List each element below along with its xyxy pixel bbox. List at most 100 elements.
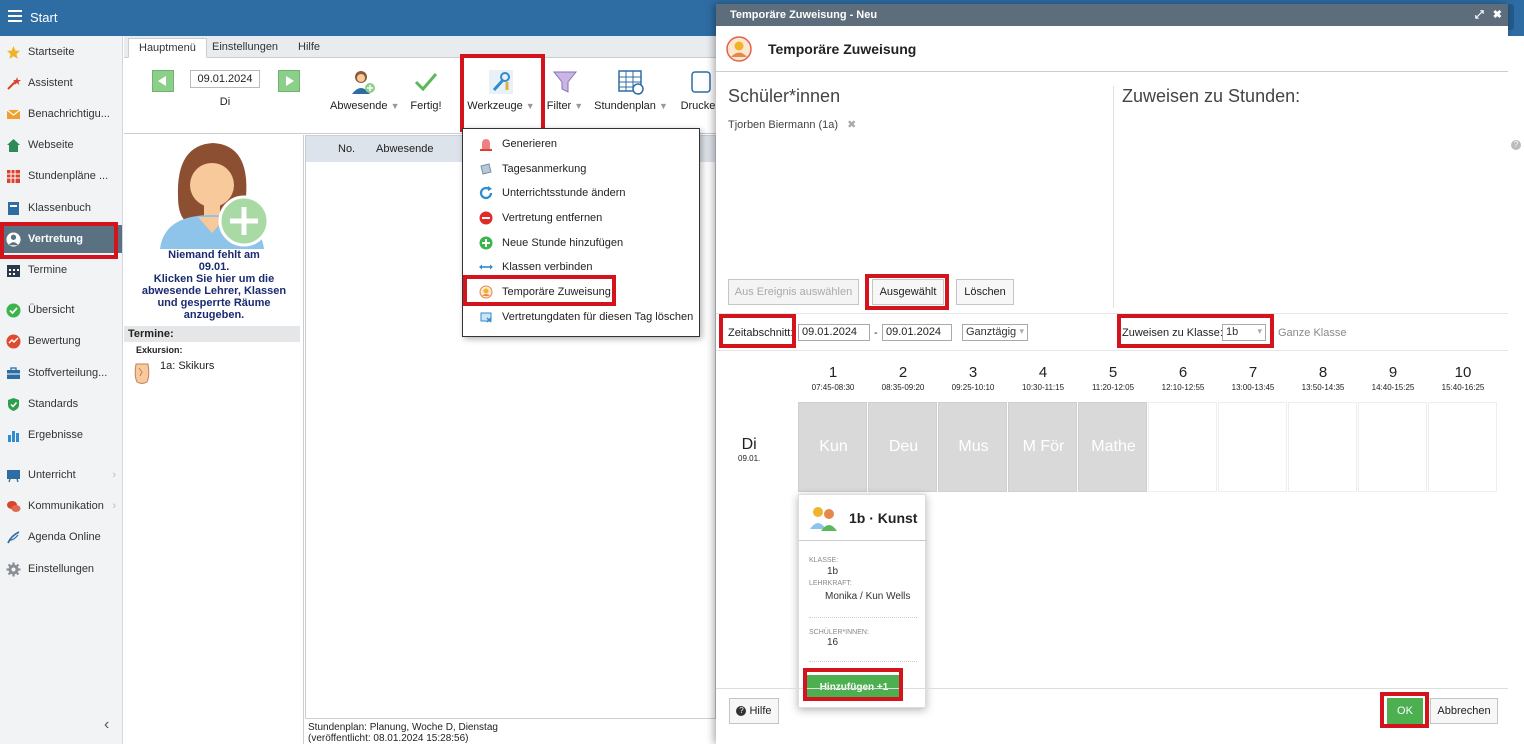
lesson-cell[interactable]: Mus bbox=[938, 402, 1007, 492]
menu-item-vertretungdaten-loeschen[interactable]: Vertretungdaten für diesen Tag löschen bbox=[463, 306, 699, 328]
period-header: 6 12:10-12:55 bbox=[1148, 364, 1218, 392]
lesson-subject: Deu bbox=[888, 438, 919, 455]
menu-item-label: Generieren bbox=[502, 138, 558, 150]
sidebar-item-uebersicht[interactable]: Übersicht bbox=[0, 296, 122, 324]
period-header: 8 13:50-14:35 bbox=[1288, 364, 1358, 392]
remove-student-icon[interactable]: ✖ bbox=[847, 119, 856, 131]
separator bbox=[716, 313, 1508, 314]
empty-lesson-cell[interactable] bbox=[1218, 402, 1287, 492]
tab-hilfe[interactable]: Hilfe bbox=[288, 38, 330, 58]
dropdown-caret-icon: ▼ bbox=[574, 101, 584, 111]
sidebar-item-bewertung[interactable]: Bewertung bbox=[0, 327, 122, 355]
assign-section-title: Zuweisen zu Stunden: bbox=[1122, 86, 1301, 106]
empty-lesson-cell[interactable] bbox=[1358, 402, 1427, 492]
sidebar-item-einstellungen[interactable]: Einstellungen bbox=[0, 555, 122, 583]
menu-item-tagesanmerkung[interactable]: Tagesanmerkung bbox=[463, 158, 699, 180]
sidebar-item-label: Unterricht bbox=[28, 469, 76, 481]
date-field[interactable]: 09.01.2024 bbox=[190, 70, 260, 88]
sidebar-item-termine[interactable]: Termine bbox=[0, 256, 122, 284]
stundenplan-button[interactable]: Stundenplan ▼ bbox=[593, 68, 669, 112]
separator bbox=[809, 617, 917, 618]
chevron-down-icon: ▾ bbox=[1019, 326, 1024, 336]
period-header: 5 11:20-12:05 bbox=[1078, 364, 1148, 392]
period-time: 12:10-12:55 bbox=[1161, 383, 1205, 392]
drucken-label: Drucke bbox=[680, 100, 716, 112]
checkmark-icon bbox=[412, 68, 440, 99]
sidebar-item-startseite[interactable]: Startseite bbox=[0, 38, 122, 66]
period-number: 3 bbox=[968, 364, 978, 381]
period-number: 8 bbox=[1318, 364, 1328, 381]
cancel-button[interactable]: Abbrechen bbox=[1430, 698, 1498, 724]
chat-icon bbox=[6, 499, 21, 514]
wand-icon bbox=[6, 76, 21, 91]
delete-button[interactable]: Löschen bbox=[956, 279, 1014, 305]
plus-circle-icon bbox=[479, 236, 493, 250]
sidebar-item-klassenbuch[interactable]: Klassenbuch bbox=[0, 194, 122, 222]
lesson-cell[interactable]: Mathe bbox=[1078, 402, 1147, 492]
sidebar-item-unterricht[interactable]: Unterricht › bbox=[0, 461, 122, 489]
date-from-field[interactable]: 09.01.2024 bbox=[798, 324, 870, 341]
lesson-subject: Mathe bbox=[1091, 438, 1136, 455]
no-absences-message[interactable]: Niemand fehlt am 09.01. Klicken Sie hier… bbox=[124, 249, 304, 321]
ribbon-tabs: Hauptmenü Einstellungen Hilfe bbox=[124, 36, 716, 58]
message-line: anzugeben. bbox=[183, 309, 245, 321]
drucken-button[interactable]: Drucke bbox=[680, 68, 716, 112]
message-line: abwesende Lehrer, Klassen bbox=[141, 285, 287, 297]
empty-lesson-cell[interactable] bbox=[1428, 402, 1497, 492]
lesson-cell[interactable]: Kun bbox=[798, 402, 867, 492]
add-absence-avatar-icon[interactable] bbox=[158, 137, 270, 252]
collapse-sidebar-icon[interactable]: ‹ bbox=[104, 716, 109, 734]
calendar-icon bbox=[6, 263, 21, 278]
sidebar-item-ergebnisse[interactable]: Ergebnisse bbox=[0, 421, 122, 449]
period-time: 10:30-11:15 bbox=[1021, 383, 1065, 392]
sidebar-item-assistent[interactable]: Assistent bbox=[0, 69, 122, 97]
help-button[interactable]: ? Hilfe bbox=[729, 698, 779, 724]
help-icon[interactable]: ? bbox=[1511, 140, 1521, 150]
period-number: 10 bbox=[1454, 364, 1472, 381]
sidebar-item-webseite[interactable]: Webseite bbox=[0, 131, 122, 159]
sidebar-item-stundenplaene[interactable]: Stundenpläne ... bbox=[0, 162, 122, 190]
tab-hauptmenue[interactable]: Hauptmenü bbox=[128, 38, 207, 58]
envelope-icon bbox=[6, 107, 21, 122]
empty-lesson-cell[interactable] bbox=[1148, 402, 1217, 492]
period-header: 1 07:45-08:30 bbox=[798, 364, 868, 392]
sidebar-item-benachrichtigungen[interactable]: Benachrichtigu... bbox=[0, 100, 122, 128]
lesson-cell[interactable]: Deu bbox=[868, 402, 937, 492]
sidebar-item-label: Assistent bbox=[28, 77, 73, 89]
date-range-dash: - bbox=[874, 327, 878, 339]
period-time: 09:25-10:10 bbox=[951, 383, 995, 392]
lesson-cell[interactable]: M För bbox=[1008, 402, 1077, 492]
period-number: 6 bbox=[1178, 364, 1188, 381]
exkursion-item[interactable]: 1a: Skikurs bbox=[160, 360, 214, 372]
empty-lesson-cell[interactable] bbox=[1288, 402, 1357, 492]
abwesende-button[interactable]: Abwesende ▼ bbox=[330, 68, 399, 112]
maximize-icon[interactable]: ⤢ bbox=[1475, 9, 1484, 21]
menu-item-unterrichtsstunde-aendern[interactable]: Unterrichtsstunde ändern bbox=[463, 182, 699, 204]
sidebar-item-kommunikation[interactable]: Kommunikation › bbox=[0, 492, 122, 520]
select-from-event-button[interactable]: Aus Ereignis auswählen bbox=[728, 279, 859, 305]
menu-item-neue-stunde-hinzufuegen[interactable]: Neue Stunde hinzufügen bbox=[463, 232, 699, 254]
highlight-zeitabschnitt bbox=[719, 314, 796, 348]
ganztaegig-select[interactable]: Ganztägig ▾ bbox=[962, 324, 1028, 341]
close-icon[interactable]: ✖ bbox=[1493, 9, 1502, 21]
column-no: No. bbox=[338, 143, 356, 155]
sidebar-item-standards[interactable]: Standards bbox=[0, 390, 122, 418]
sidebar-item-label: Stundenpläne ... bbox=[28, 170, 109, 182]
hamburger-menu-icon[interactable] bbox=[8, 10, 22, 22]
period-header: 7 13:00-13:45 bbox=[1218, 364, 1288, 392]
period-number: 9 bbox=[1388, 364, 1398, 381]
minus-circle-icon bbox=[479, 211, 493, 225]
previous-day-button[interactable] bbox=[152, 70, 174, 92]
date-to-field[interactable]: 09.01.2024 bbox=[882, 324, 952, 341]
tab-einstellungen[interactable]: Einstellungen bbox=[202, 38, 288, 58]
menu-item-vertretung-entfernen[interactable]: Vertretung entfernen bbox=[463, 207, 699, 229]
highlight-vertretung bbox=[0, 222, 118, 259]
menu-item-generieren[interactable]: Generieren bbox=[463, 133, 699, 155]
star-icon bbox=[6, 45, 21, 60]
fertig-button[interactable]: Fertig! bbox=[406, 68, 446, 112]
whole-class-link[interactable]: Ganze Klasse bbox=[1278, 327, 1346, 339]
sidebar-item-stoffverteilung[interactable]: Stoffverteilung... bbox=[0, 359, 122, 387]
sidebar-item-agenda-online[interactable]: Agenda Online bbox=[0, 523, 122, 551]
filter-button[interactable]: Filter ▼ bbox=[544, 68, 586, 112]
next-day-button[interactable] bbox=[278, 70, 300, 92]
